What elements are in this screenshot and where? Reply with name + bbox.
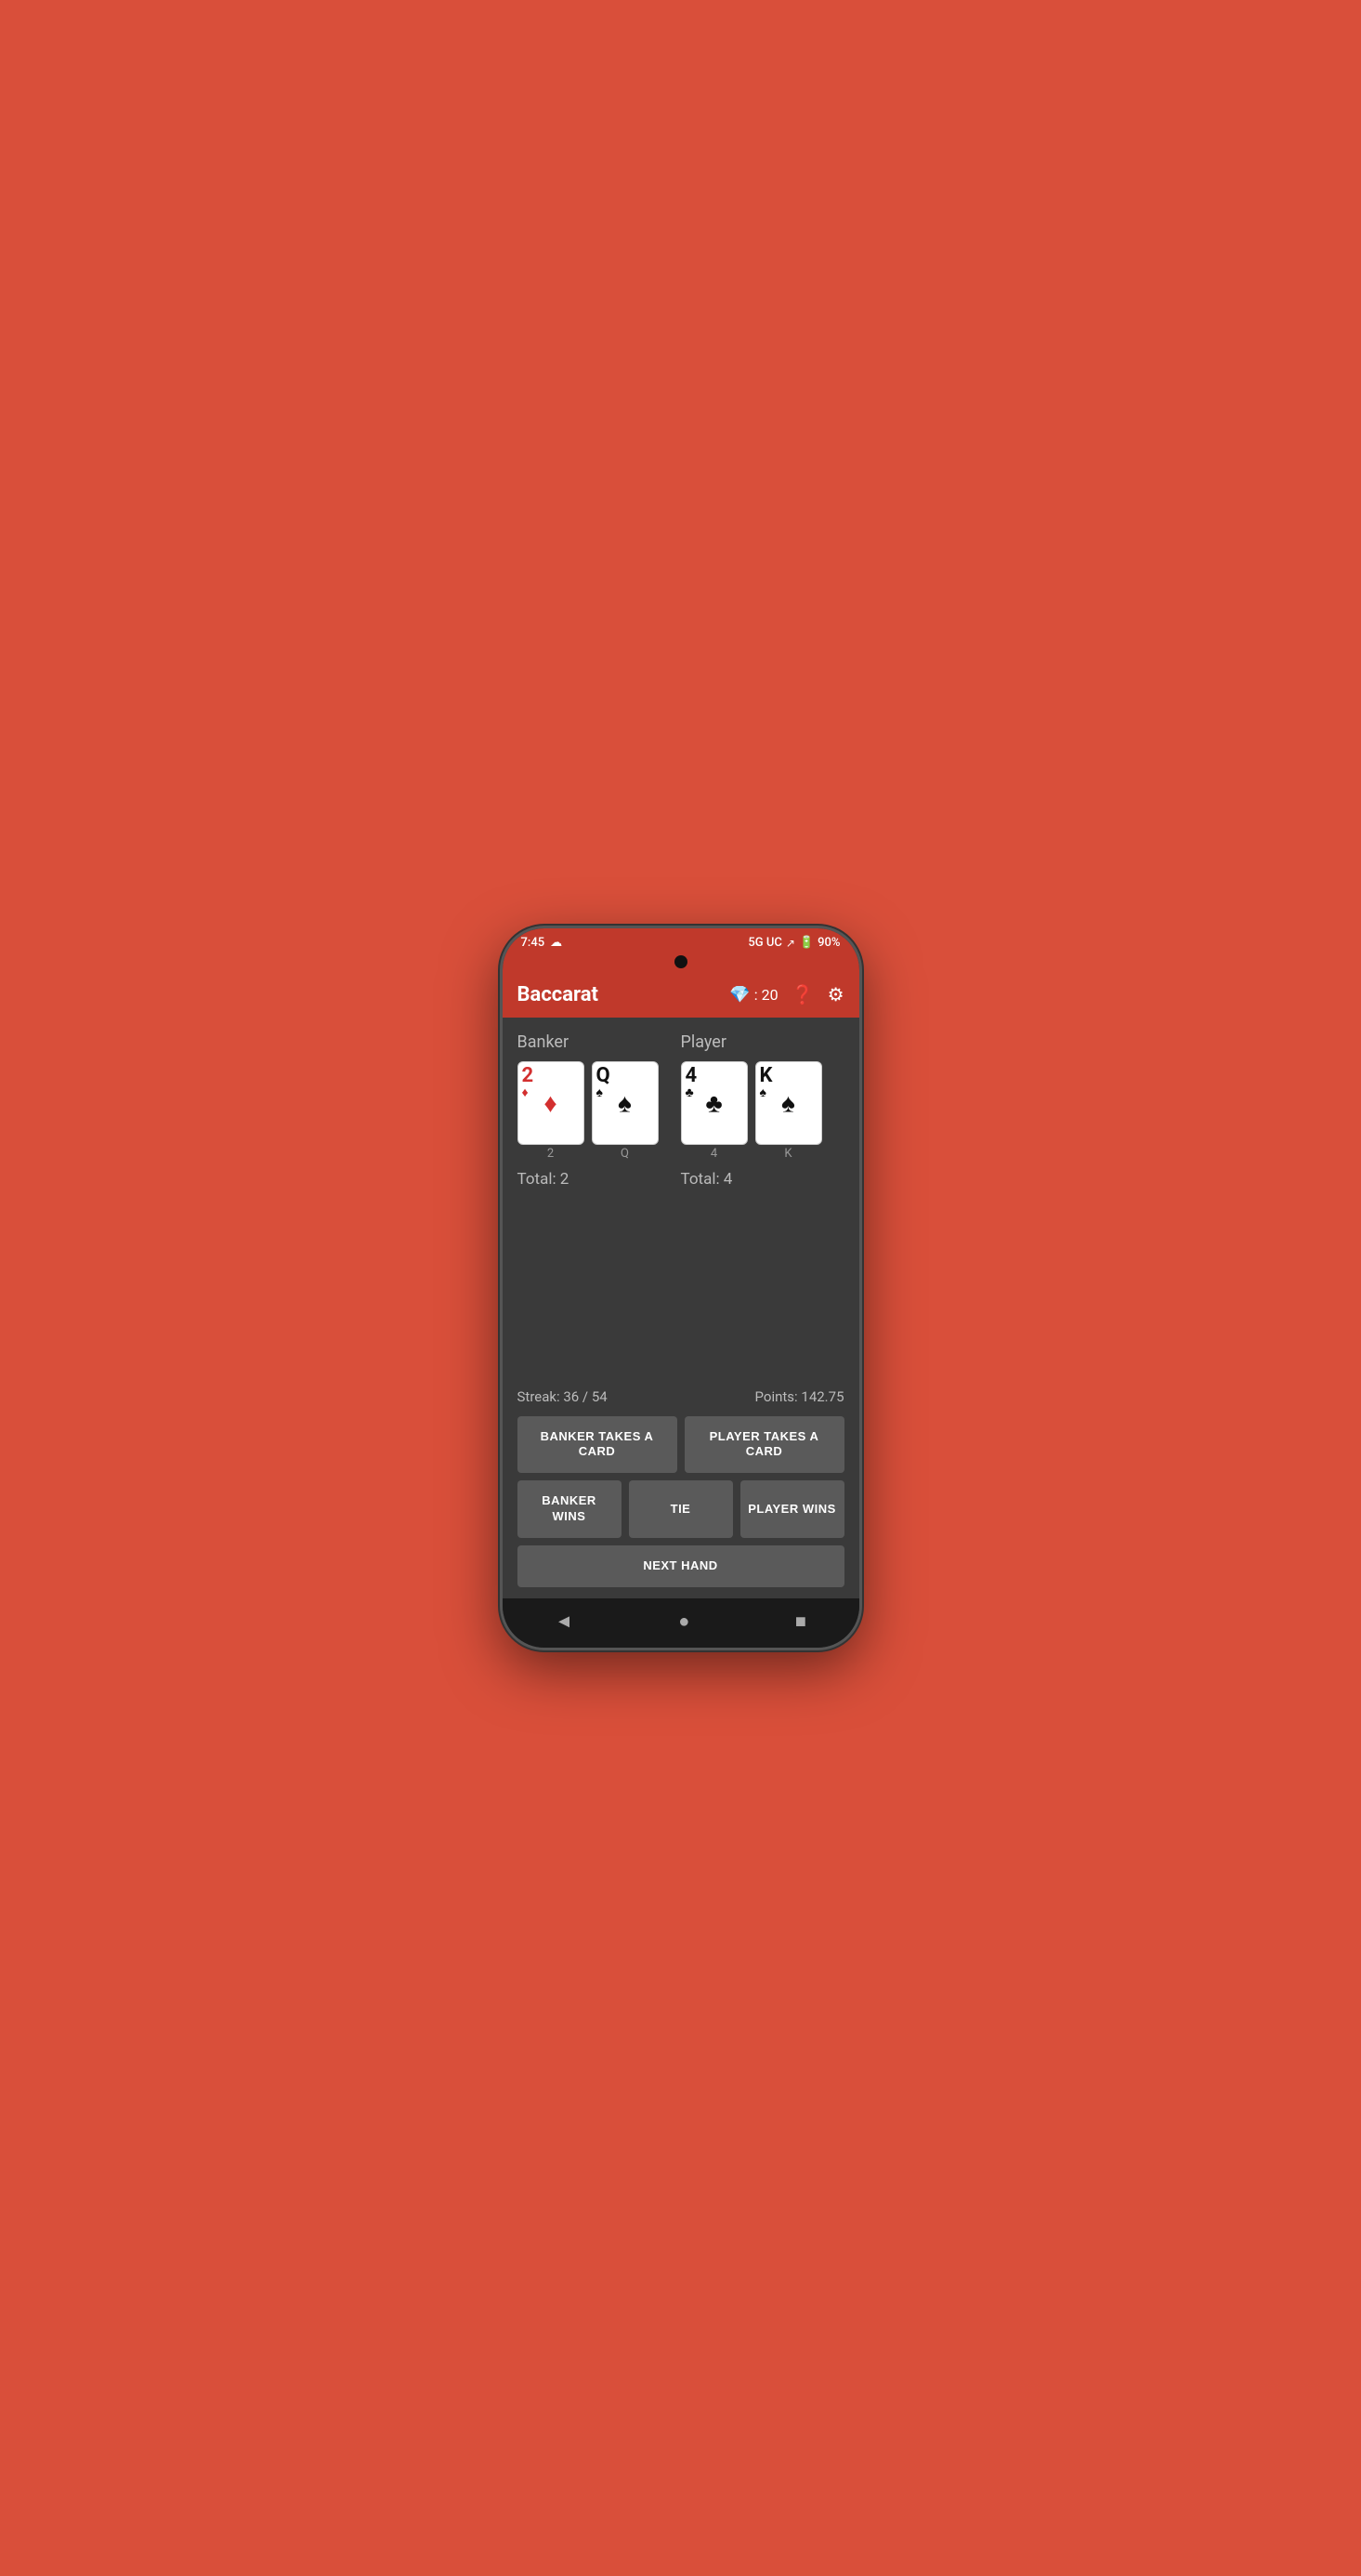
action-buttons: BANKER TAKES A CARD PLAYER TAKES A CARD … <box>517 1416 844 1587</box>
battery-label: 90% <box>818 936 840 950</box>
banker-section: Banker 2 ♦ ♦ 2 Q <box>517 1032 681 1189</box>
points-stat: Points: 142.75 <box>755 1388 844 1405</box>
player-card-2-label: K <box>784 1147 792 1161</box>
banker-card-2-center: ♠ <box>618 1088 632 1119</box>
player-total: Total: 4 <box>681 1170 844 1189</box>
gem-icon: 💎 <box>729 985 750 1005</box>
banker-label: Banker <box>517 1032 681 1052</box>
gem-count: 20 <box>762 986 779 1004</box>
signal-icon: ↗ <box>786 937 795 950</box>
wins-row: BANKER WINS TIE PLAYER WINS <box>517 1480 844 1538</box>
banker-wins-button[interactable]: BANKER WINS <box>517 1480 622 1538</box>
back-nav-button[interactable]: ◄ <box>555 1610 573 1633</box>
player-card-1-label: 4 <box>711 1147 717 1161</box>
player-card-1-value: 4 <box>686 1066 743 1086</box>
banker-card-1: 2 ♦ ♦ <box>517 1061 584 1145</box>
player-wins-button[interactable]: PLAYER WINS <box>740 1480 844 1538</box>
recent-nav-button[interactable]: ■ <box>795 1610 806 1633</box>
banker-card-1-center: ♦ <box>543 1088 556 1119</box>
banker-cards: 2 ♦ ♦ 2 Q ♠ ♠ Q <box>517 1061 681 1161</box>
camera <box>674 955 687 968</box>
stats-row: Streak: 36 / 54 Points: 142.75 <box>517 1388 844 1405</box>
help-button[interactable]: ❓ <box>792 983 815 1006</box>
banker-card-1-wrapper: 2 ♦ ♦ 2 <box>517 1061 584 1161</box>
settings-button[interactable]: ⚙ <box>828 983 844 1006</box>
battery-icon: 🔋 <box>799 936 814 950</box>
player-label: Player <box>681 1032 844 1052</box>
banker-card-2: Q ♠ ♠ <box>592 1061 659 1145</box>
app-bar: Baccarat 💎 : 20 ❓ ⚙ <box>503 972 859 1018</box>
takes-card-row: BANKER TAKES A CARD PLAYER TAKES A CARD <box>517 1416 844 1474</box>
player-takes-card-button[interactable]: PLAYER TAKES A CARD <box>685 1416 844 1474</box>
home-nav-button[interactable]: ● <box>678 1610 689 1633</box>
tie-button[interactable]: TIE <box>629 1480 733 1538</box>
status-time: 7:45 <box>521 936 545 950</box>
app-bar-actions: 💎 : 20 ❓ ⚙ <box>729 983 844 1006</box>
player-section: Player 4 ♣ ♣ 4 K <box>681 1032 844 1189</box>
phone-frame: 7:45 ☁ 5G UC ↗ 🔋 90% Baccarat 💎 : 20 ❓ ⚙ <box>500 926 862 1650</box>
banker-total: Total: 2 <box>517 1170 681 1189</box>
nav-bar: ◄ ● ■ <box>503 1598 859 1648</box>
player-card-2-wrapper: K ♠ ♠ K <box>755 1061 822 1161</box>
cloud-status-icon: ☁ <box>550 936 562 950</box>
player-card-2-value: K <box>760 1066 818 1086</box>
network-label: 5G UC <box>748 936 781 950</box>
status-bar: 7:45 ☁ 5G UC ↗ 🔋 90% <box>503 928 859 955</box>
gem-separator: : <box>754 986 758 1004</box>
gem-score: 💎 : 20 <box>729 985 778 1005</box>
player-card-1-wrapper: 4 ♣ ♣ 4 <box>681 1061 748 1161</box>
banker-card-2-label: Q <box>621 1147 629 1161</box>
player-card-2-center: ♠ <box>781 1088 795 1119</box>
game-area: Banker 2 ♦ ♦ 2 Q <box>503 1018 859 1598</box>
spacer <box>517 1189 844 1388</box>
player-card-1: 4 ♣ ♣ <box>681 1061 748 1145</box>
banker-card-2-wrapper: Q ♠ ♠ Q <box>592 1061 659 1161</box>
hands-row: Banker 2 ♦ ♦ 2 Q <box>517 1032 844 1189</box>
streak-stat: Streak: 36 / 54 <box>517 1388 608 1405</box>
player-cards: 4 ♣ ♣ 4 K ♠ ♠ K <box>681 1061 844 1161</box>
player-card-2: K ♠ ♠ <box>755 1061 822 1145</box>
app-title: Baccarat <box>517 983 598 1006</box>
gear-icon: ⚙ <box>828 985 844 1005</box>
help-icon: ❓ <box>792 985 815 1005</box>
banker-card-1-label: 2 <box>547 1147 554 1161</box>
banker-takes-card-button[interactable]: BANKER TAKES A CARD <box>517 1416 677 1474</box>
player-card-1-center: ♣ <box>705 1088 722 1119</box>
banker-card-1-value: 2 <box>522 1066 580 1086</box>
banker-card-2-value: Q <box>596 1066 654 1086</box>
next-hand-button[interactable]: NEXT HAND <box>517 1545 844 1587</box>
notch <box>503 955 859 972</box>
